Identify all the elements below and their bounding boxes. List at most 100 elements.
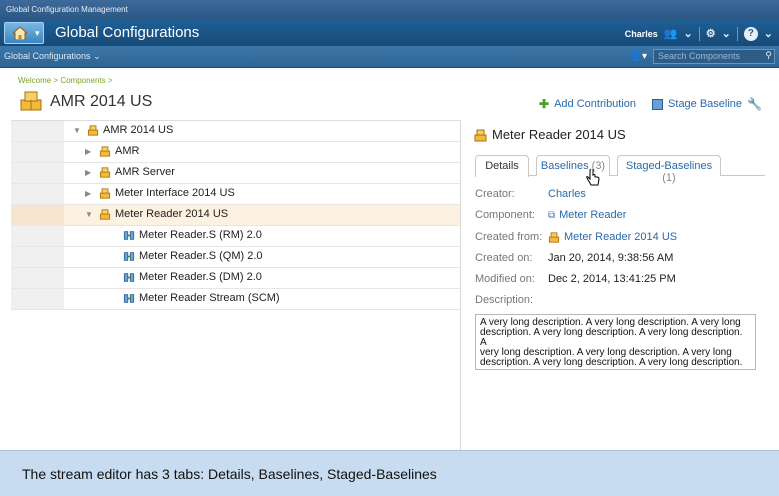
- tree-row-label: Meter Reader.S (QM) 2.0: [139, 250, 263, 262]
- row-gutter: [11, 142, 64, 162]
- tab-label: Baselines: [540, 160, 589, 172]
- description-label: Description:: [475, 294, 534, 306]
- tree-row-label: Meter Interface 2014 US: [115, 187, 235, 199]
- created-from-link[interactable]: Meter Reader 2014 US: [548, 231, 677, 243]
- row-gutter: [11, 205, 64, 225]
- package-icon: [99, 208, 111, 220]
- package-icon: [87, 124, 99, 136]
- home-icon: [13, 27, 27, 40]
- creator-link[interactable]: Charles: [548, 188, 586, 200]
- stage-baseline-link[interactable]: Stage Baseline: [668, 98, 742, 110]
- tab-count: (1): [662, 172, 676, 184]
- expand-twisty-icon[interactable]: ▼: [73, 126, 83, 135]
- chevron-down-icon[interactable]: ⌄: [722, 27, 731, 40]
- stage-baseline-icon[interactable]: [652, 98, 664, 110]
- configuration-tree: ▼ AMR 2014 US ▶ AMR ▶ AMR Server ▶ Meter Interf…: [11, 120, 461, 450]
- row-gutter: [11, 226, 64, 246]
- component-value: Meter Reader: [559, 209, 627, 221]
- creator-value: Charles: [548, 188, 586, 200]
- modified-on-label: Modified on:: [475, 273, 535, 285]
- tree-row[interactable]: ▶ AMR: [11, 142, 460, 163]
- collapse-twisty-icon[interactable]: ▶: [85, 189, 95, 198]
- package-icon: [99, 187, 111, 199]
- row-gutter: [11, 184, 64, 204]
- row-gutter: [11, 163, 64, 183]
- caption-bar: The stream editor has 3 tabs: Details, B…: [0, 450, 779, 496]
- tree-row[interactable]: ▼ Meter Reader 2014 US: [11, 205, 460, 226]
- project-menu[interactable]: Global Configurations ⌄: [4, 51, 101, 62]
- component-link[interactable]: ⧉ Meter Reader: [548, 209, 626, 221]
- collapse-twisty-icon[interactable]: ▶: [85, 147, 95, 156]
- tree-row-label: Meter Reader Stream (SCM): [139, 292, 280, 304]
- description-line: description. A very long description. A …: [480, 357, 743, 368]
- add-contribution-link[interactable]: Add Contribution: [554, 98, 636, 110]
- chevron-down-icon[interactable]: ⌄: [683, 27, 692, 40]
- hand-cursor-icon: [586, 169, 600, 186]
- details-title: Meter Reader 2014 US: [492, 127, 626, 142]
- sub-navigation-bar: Global Configurations ⌄ 👤▾ Search Compon…: [0, 46, 779, 68]
- package-icon: [548, 231, 560, 243]
- collapse-twisty-icon[interactable]: ▶: [85, 168, 95, 177]
- package-icon: [474, 129, 487, 142]
- tree-row[interactable]: Meter Reader.S (DM) 2.0: [11, 268, 460, 289]
- created-on-label: Created on:: [475, 252, 533, 264]
- chevron-down-icon[interactable]: ⌄: [764, 27, 773, 40]
- creator-label: Creator:: [475, 188, 515, 200]
- home-menu-button[interactable]: ▾: [4, 22, 44, 44]
- divider: [698, 26, 700, 41]
- tab-label: Staged-Baselines: [625, 160, 713, 172]
- tree-row-label: AMR 2014 US: [103, 124, 174, 136]
- search-input[interactable]: Search Components ⚲: [653, 49, 775, 64]
- person-filter-icon[interactable]: 👤▾: [630, 51, 647, 62]
- tree-row[interactable]: ▼ AMR 2014 US: [11, 121, 460, 142]
- created-from-value: Meter Reader 2014 US: [564, 231, 678, 243]
- project-menu-label: Global Configurations: [4, 51, 91, 61]
- wrench-icon[interactable]: 🔧: [747, 97, 762, 111]
- details-tabs: Details Baselines (3) Staged-Baselines (…: [475, 155, 765, 184]
- breadcrumb[interactable]: Welcome > Components >: [18, 76, 113, 85]
- tree-row[interactable]: ▶ Meter Interface 2014 US: [11, 184, 460, 205]
- help-icon[interactable]: ?: [743, 26, 758, 41]
- caption-text: The stream editor has 3 tabs: Details, B…: [22, 466, 437, 482]
- tree-row-label: AMR Server: [115, 166, 175, 178]
- stream-icon: [123, 251, 135, 261]
- tab-label: Details: [485, 160, 519, 172]
- row-gutter: [11, 121, 64, 141]
- description-field[interactable]: A very long description. A very long des…: [475, 314, 756, 370]
- chevron-down-icon: ⌄: [93, 51, 101, 61]
- stream-icon: [123, 293, 135, 303]
- created-from-label: Created from:: [475, 231, 543, 243]
- package-icon: [99, 145, 111, 157]
- modified-on-value: Dec 2, 2014, 13:41:25 PM: [548, 273, 676, 285]
- tree-row[interactable]: ▶ AMR Server: [11, 163, 460, 184]
- expand-twisty-icon[interactable]: ▼: [85, 210, 95, 219]
- package-icon: [99, 166, 111, 178]
- description-line: description. A very long description. A …: [480, 327, 743, 348]
- row-gutter: [11, 268, 64, 288]
- tree-row[interactable]: Meter Reader.S (RM) 2.0: [11, 226, 460, 247]
- app-header: ▾ Global Configurations Charles 👥 ⌄ ⚙ ⌄ …: [0, 20, 779, 46]
- tab-details[interactable]: Details: [475, 155, 529, 177]
- stream-icon: [123, 272, 135, 282]
- component-label: Component:: [475, 209, 535, 221]
- users-icon[interactable]: 👥: [664, 27, 678, 40]
- window-title: Global Configuration Management: [0, 0, 779, 20]
- page-title: AMR 2014 US: [50, 93, 153, 110]
- created-on-value: Jan 20, 2014, 9:38:56 AM: [548, 252, 674, 264]
- row-gutter: [11, 247, 64, 267]
- component-icon: ⧉: [548, 209, 556, 221]
- divider: [736, 26, 738, 41]
- gear-icon[interactable]: ⚙: [706, 27, 716, 40]
- plus-icon[interactable]: ✚: [539, 97, 549, 111]
- tree-row[interactable]: Meter Reader.S (QM) 2.0: [11, 247, 460, 268]
- search-icon[interactable]: ⚲: [765, 50, 772, 61]
- chevron-down-icon: ▾: [35, 28, 40, 38]
- tree-row[interactable]: Meter Reader Stream (SCM): [11, 289, 460, 310]
- row-gutter: [11, 289, 64, 309]
- tree-row-label: Meter Reader 2014 US: [115, 208, 229, 220]
- stream-icon: [123, 230, 135, 240]
- user-name[interactable]: Charles: [625, 29, 658, 39]
- tree-row-label: Meter Reader.S (RM) 2.0: [139, 229, 262, 241]
- tab-staged-baselines[interactable]: Staged-Baselines (1): [617, 155, 721, 184]
- configuration-icon: [20, 91, 42, 111]
